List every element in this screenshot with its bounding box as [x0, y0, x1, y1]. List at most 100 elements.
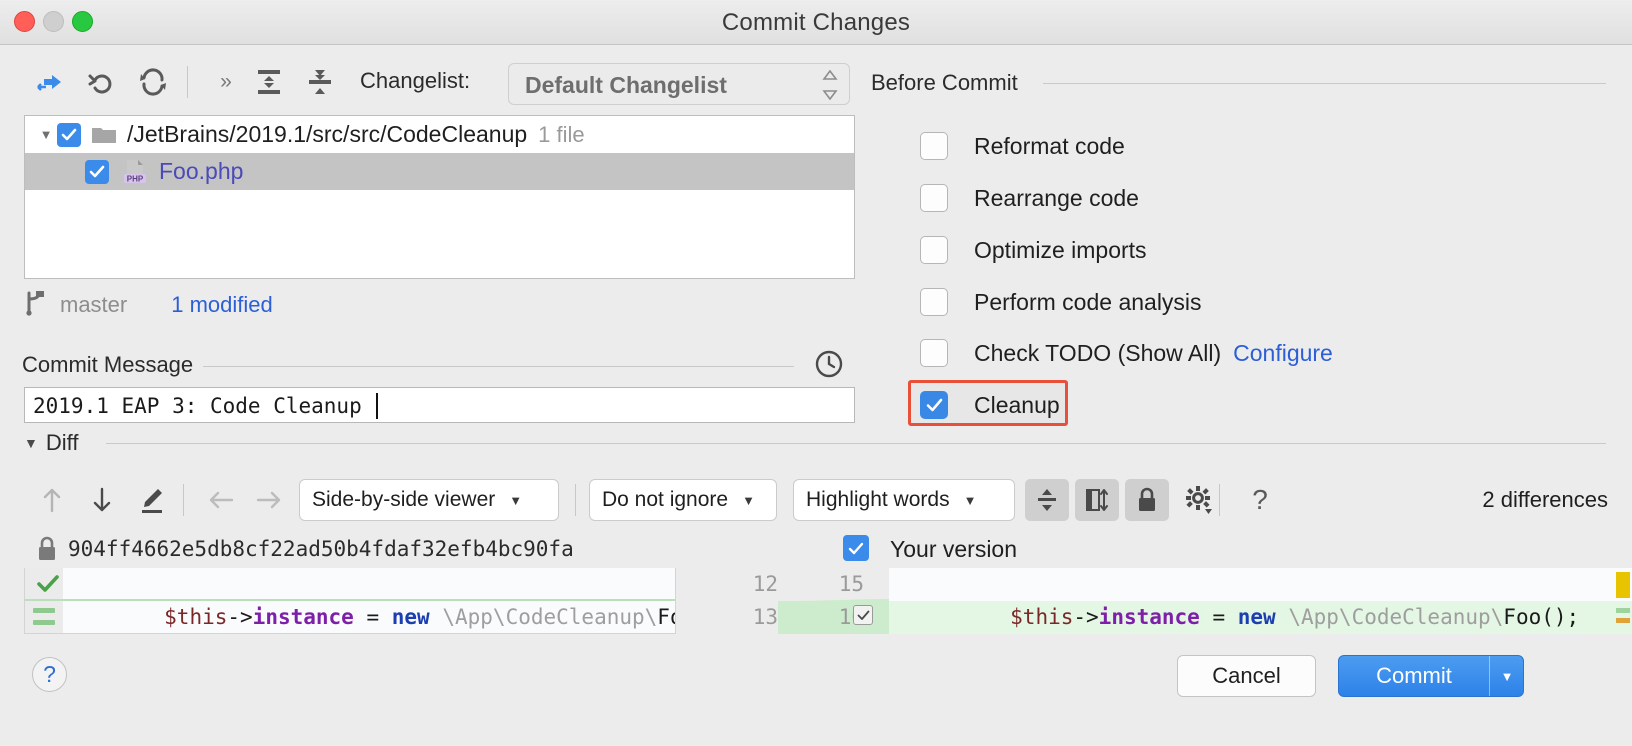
changelist-select[interactable]: Default Changelist	[508, 63, 850, 105]
line-number: 12	[752, 572, 778, 596]
arrow-up-icon[interactable]	[29, 475, 75, 525]
tree-group-count: 1 file	[538, 121, 585, 147]
arrow-right-icon[interactable]	[246, 475, 292, 525]
gear-icon[interactable]	[1177, 479, 1221, 521]
php-file-icon: PHP	[121, 153, 151, 190]
checkbox-unchecked[interactable]	[920, 339, 948, 367]
code-token: instance	[252, 605, 354, 629]
configure-link[interactable]: Configure	[1233, 340, 1333, 367]
file-checkbox[interactable]	[85, 159, 109, 184]
highlight-mode-select[interactable]: Highlight words ▼	[793, 479, 1015, 521]
commit-and-push-icon[interactable]	[28, 60, 72, 104]
diff-left-gutter[interactable]	[25, 568, 63, 633]
question-glyph: ?	[1252, 484, 1268, 515]
more-icon[interactable]: »	[203, 60, 247, 104]
commit-button-label: Commit	[1376, 663, 1452, 688]
diff-marker-yellow	[1616, 572, 1630, 598]
diff-change-marker-b	[33, 620, 55, 625]
diff-toolbar: Side-by-side viewer ▼ Do not ignore ▼ Hi…	[0, 475, 1632, 525]
tree-file-row[interactable]: PHP Foo.php	[25, 153, 854, 190]
group-checkbox[interactable]	[57, 122, 81, 147]
tree-group-row[interactable]: ▼ /JetBrains/2019.1/src/src/CodeCleanup …	[25, 116, 854, 153]
arrow-down-icon[interactable]	[79, 475, 125, 525]
accept-change-icon[interactable]	[37, 574, 59, 599]
your-version-label: Your version	[890, 536, 1018, 562]
highlight-mode-value: Highlight words	[806, 488, 950, 511]
option-check-todo[interactable]: Check TODO (Show All) Configure	[920, 336, 1333, 370]
pencil-icon[interactable]	[129, 475, 175, 525]
svg-text:PHP: PHP	[127, 174, 144, 183]
chevron-down-icon[interactable]: ▼	[35, 116, 57, 153]
line-number: 13	[752, 605, 778, 629]
cancel-button[interactable]: Cancel	[1177, 655, 1316, 697]
ignore-mode-select[interactable]: Do not ignore ▼	[589, 479, 777, 521]
question-icon[interactable]: ?	[1238, 479, 1282, 521]
diff-right-pane[interactable]: $this->instance = new \App\CodeCleanup\F…	[889, 568, 1632, 634]
chevron-down-icon[interactable]: ▼	[1490, 656, 1524, 696]
refresh-icon[interactable]	[131, 60, 175, 104]
folder-icon	[91, 116, 117, 153]
chevron-updown-icon	[821, 70, 839, 100]
expand-all-icon[interactable]	[247, 60, 291, 104]
sync-scroll-icon[interactable]	[1075, 479, 1119, 521]
code-token: $this	[164, 605, 228, 629]
option-rearrange-code[interactable]: Rearrange code	[920, 181, 1139, 215]
diff-marker-orange	[1616, 618, 1630, 623]
branch-name: master	[60, 292, 128, 317]
changelist-value: Default Changelist	[525, 72, 727, 98]
diff-right-line-2: $this->bar = new \App\Services\BarServic…	[909, 601, 1567, 634]
ignore-mode-value: Do not ignore	[602, 488, 729, 511]
option-label: Reformat code	[974, 132, 1125, 159]
diff-right-line-numbers: 15 16	[764, 568, 864, 634]
arrow-left-icon[interactable]	[198, 475, 244, 525]
diff-section-rule	[106, 443, 1606, 444]
option-reformat-code[interactable]: Reformat code	[920, 129, 1125, 163]
commit-button[interactable]: Commit ▼	[1338, 655, 1524, 697]
lock-icon[interactable]	[1125, 479, 1169, 521]
tree-group-path: /JetBrains/2019.1/src/src/CodeCleanup	[127, 121, 528, 147]
checkbox-unchecked[interactable]	[920, 236, 948, 264]
tree-file-name: Foo.php	[159, 158, 244, 184]
commit-changes-dialog: Commit Changes » Changelist: Default Cha…	[0, 0, 1632, 746]
branch-status-row: master 1 modified	[24, 288, 273, 322]
lock-icon	[36, 535, 58, 568]
cleanup-highlight-box	[908, 380, 1068, 426]
chevron-down-icon: ▼	[509, 492, 523, 508]
viewer-mode-select[interactable]: Side-by-side viewer ▼	[299, 479, 559, 521]
code-token: new	[391, 605, 430, 629]
commit-message-input[interactable]: 2019.1 EAP 3: Code Cleanup	[24, 387, 855, 423]
changelist-label: Changelist:	[360, 68, 471, 93]
clock-icon[interactable]	[812, 346, 846, 380]
viewer-mode-value: Side-by-side viewer	[312, 488, 496, 511]
checkbox-unchecked[interactable]	[920, 184, 948, 212]
diff-left-line-1: $this->instance = new \App\CodeCleanup\F…	[63, 568, 675, 629]
collapse-all-icon[interactable]	[298, 60, 342, 104]
chevron-down-icon: ▼	[963, 492, 977, 508]
diff-toolbar-divider-3	[1219, 484, 1220, 516]
window-titlebar: Commit Changes	[0, 0, 1632, 45]
before-commit-rule	[1043, 83, 1606, 84]
option-optimize-imports[interactable]: Optimize imports	[920, 233, 1147, 267]
diff-change-marker-a	[33, 608, 55, 613]
checkbox-unchecked[interactable]	[920, 288, 948, 316]
commit-message-label: Commit Message	[22, 352, 204, 378]
text-caret	[376, 393, 378, 419]
toolbar-divider	[187, 66, 188, 98]
chevron-down-icon: ▼	[742, 492, 755, 508]
code-token: ->	[227, 605, 253, 629]
diff-right-line-1: $this->instance = new \App\CodeCleanup\F…	[909, 568, 1579, 629]
code-token: \App\CodeCleanup\	[442, 605, 658, 629]
chevron-down-icon[interactable]: ▼	[24, 435, 38, 451]
diff-section-label: Diff	[45, 430, 79, 455]
help-button[interactable]: ?	[32, 657, 67, 692]
changed-files-tree[interactable]: ▼ /JetBrains/2019.1/src/src/CodeCleanup …	[24, 115, 855, 279]
diff-left-pane[interactable]: $this->instance = new \App\CodeCleanup\F…	[24, 568, 676, 634]
modified-count-link[interactable]: 1 modified	[171, 292, 273, 318]
option-perform-code-analysis[interactable]: Perform code analysis	[920, 285, 1202, 319]
your-version-checkbox[interactable]	[843, 535, 869, 561]
include-change-checkbox[interactable]	[853, 605, 873, 626]
rollback-icon[interactable]	[80, 60, 124, 104]
collapse-lines-icon[interactable]	[1025, 479, 1069, 521]
checkbox-unchecked[interactable]	[920, 132, 948, 160]
diff-section-header[interactable]: ▼ Diff	[24, 430, 89, 456]
